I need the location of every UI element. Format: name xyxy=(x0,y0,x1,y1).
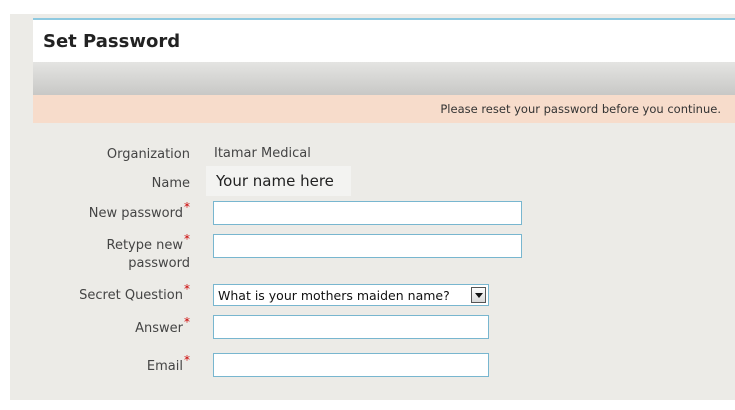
answer-label-text: Answer xyxy=(135,321,183,336)
name-label-text: Name xyxy=(151,176,190,191)
new-password-label: New password* xyxy=(40,200,190,223)
retype-password-label: Retype new* password xyxy=(40,232,191,273)
answer-label: Answer* xyxy=(40,315,190,338)
required-marker: * xyxy=(184,282,190,296)
organization-label: Organization xyxy=(40,146,190,164)
retype-password-label-line1: Retype new xyxy=(106,238,184,253)
page-title: Set Password xyxy=(43,31,181,52)
required-marker: * xyxy=(184,200,190,214)
required-marker: * xyxy=(184,315,190,329)
toolbar-strip xyxy=(33,62,735,95)
email-label: Email* xyxy=(40,353,190,376)
required-marker: * xyxy=(184,232,190,246)
notice-message: Please reset your password before you co… xyxy=(440,102,721,116)
secret-question-select[interactable]: What is your mothers maiden name? xyxy=(213,284,489,306)
email-label-text: Email xyxy=(146,359,183,374)
retype-password-field[interactable] xyxy=(213,234,522,258)
secret-question-label: Secret Question* xyxy=(40,282,190,305)
retype-password-label-line2: password xyxy=(128,256,190,271)
chevron-down-icon[interactable] xyxy=(471,287,486,303)
set-password-panel: Set Password Please reset your password … xyxy=(33,18,735,396)
notice-bar: Please reset your password before you co… xyxy=(33,95,735,123)
new-password-label-text: New password xyxy=(88,206,183,221)
name-value: Your name here xyxy=(206,166,351,196)
organization-value: Itamar Medical xyxy=(214,146,311,161)
required-marker: * xyxy=(184,353,190,367)
secret-question-selected-value: What is your mothers maiden name? xyxy=(218,288,450,303)
secret-question-label-text: Secret Question xyxy=(79,288,183,303)
email-field[interactable] xyxy=(213,353,489,377)
title-bar: Set Password xyxy=(33,18,735,62)
new-password-field[interactable] xyxy=(213,201,522,225)
answer-field[interactable] xyxy=(213,315,489,339)
organization-label-text: Organization xyxy=(106,147,190,162)
name-label: Name xyxy=(40,175,190,193)
